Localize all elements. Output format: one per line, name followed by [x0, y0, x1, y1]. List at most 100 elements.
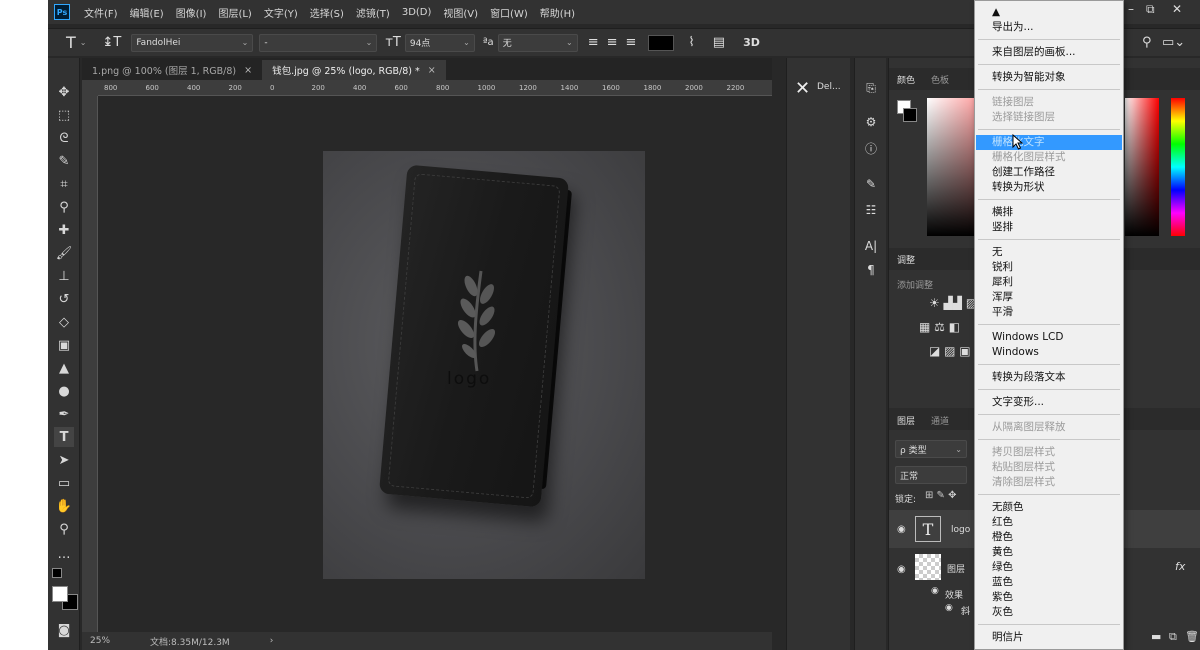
menu-layer[interactable]: 图层(L) — [218, 5, 251, 20]
collapsed-panel-label[interactable]: Del... — [817, 82, 841, 92]
path-select-tool-icon[interactable]: ➤ — [54, 450, 74, 470]
more-tools-icon[interactable]: … — [54, 544, 74, 564]
context-menu-item[interactable]: 创建工作路径 — [976, 165, 1122, 180]
character-panel-icon[interactable]: ▤ — [713, 35, 725, 50]
tab-layers[interactable]: 图层 — [897, 414, 915, 427]
pen-tool-icon[interactable]: ✒ — [54, 404, 74, 424]
eye-icon[interactable]: ◉ — [897, 564, 906, 575]
menu-help[interactable]: 帮助(H) — [540, 5, 575, 20]
lock-icons[interactable]: ⊞ ✎ ✥ — [925, 490, 957, 501]
type-tool-icon[interactable]: T — [54, 427, 74, 447]
context-menu-item[interactable]: 栅格化文字 — [976, 135, 1122, 150]
tab-channels[interactable]: 通道 — [931, 414, 949, 427]
blend-mode-select[interactable]: 正常 — [895, 466, 967, 484]
logo-text-layer[interactable]: logo — [447, 369, 491, 389]
search-icon[interactable]: ⚲ — [1142, 35, 1152, 50]
context-menu-item[interactable]: 黄色 — [976, 545, 1122, 560]
context-menu-item[interactable]: Windows LCD — [976, 330, 1122, 345]
tab-wallet-jpg[interactable]: 钱包.jpg @ 25% (logo, RGB/8) * × — [262, 60, 446, 80]
chevron-down-icon[interactable]: ⌄ — [80, 38, 87, 47]
new-layer-icon[interactable]: ⧉ — [1169, 630, 1177, 644]
eye-icon[interactable]: ◉ — [897, 524, 906, 535]
context-menu-item[interactable]: Windows — [976, 345, 1122, 360]
toggle-orientation-icon[interactable]: ↨T — [102, 35, 121, 50]
quick-mask-icon[interactable]: ◙ — [54, 620, 74, 640]
menu-edit[interactable]: 编辑(E) — [130, 5, 164, 20]
zoom-tool-icon[interactable]: ⚲ — [54, 519, 74, 539]
menu-filter[interactable]: 滤镜(T) — [356, 5, 390, 20]
hue-slider[interactable] — [1171, 98, 1185, 236]
layer-filter-select[interactable]: ρ 类型 ⌄ — [895, 440, 967, 458]
minimize-icon[interactable]: – — [1128, 2, 1134, 16]
layer-name-image[interactable]: 图层 — [947, 562, 965, 575]
align-right-icon[interactable]: ≡ — [626, 35, 637, 50]
context-menu-item[interactable]: 犀利 — [976, 275, 1122, 290]
properties-icon[interactable]: ⚙ — [863, 114, 879, 130]
marquee-tool-icon[interactable]: ⬚ — [54, 105, 74, 125]
bg-color-chip[interactable] — [903, 108, 917, 122]
context-menu-item[interactable]: 橙色 — [976, 530, 1122, 545]
menu-scroll-up-icon[interactable]: ▲ — [976, 5, 1122, 20]
menu-window[interactable]: 窗口(W) — [490, 5, 528, 20]
context-menu-item[interactable]: 转换为段落文本 — [976, 370, 1122, 385]
layer-name-logo[interactable]: logo — [951, 525, 970, 535]
character-icon[interactable]: A| — [863, 238, 879, 254]
lasso-tool-icon[interactable]: ᘓ — [54, 128, 74, 148]
antialias-select[interactable]: 无 ⌄ — [497, 33, 578, 52]
close-icon[interactable]: × — [428, 65, 436, 76]
adjustment-icons-row2[interactable]: ▦ ⚖ ◧ — [919, 320, 960, 334]
canvas-area[interactable]: logo — [98, 96, 772, 632]
menu-view[interactable]: 视图(V) — [443, 5, 478, 20]
shape-tool-icon[interactable]: ▭ — [54, 473, 74, 493]
color-field-right[interactable] — [1125, 98, 1159, 236]
text-color-swatch[interactable] — [648, 34, 675, 51]
context-menu-item[interactable]: 平滑 — [976, 305, 1122, 320]
eye-icon[interactable]: ◉ — [945, 603, 953, 613]
delete-layer-icon[interactable]: 🗑 — [1185, 630, 1199, 643]
adjustment-icons-row1[interactable]: ☀ ▟▟ ▨ — [929, 296, 977, 310]
gradient-tool-icon[interactable]: ▣ — [54, 335, 74, 355]
font-style-select[interactable]: - ⌄ — [259, 33, 378, 52]
context-menu-item[interactable]: 导出为... — [976, 20, 1122, 35]
context-menu-item[interactable]: 蓝色 — [976, 575, 1122, 590]
history-brush-icon[interactable]: ↺ — [54, 289, 74, 309]
tab-1png[interactable]: 1.png @ 100% (图层 1, RGB/8) × — [82, 60, 262, 80]
stamp-tool-icon[interactable]: ⊥ — [54, 266, 74, 286]
menu-3d[interactable]: 3D(D) — [402, 7, 432, 18]
fx-icon[interactable]: fx — [1175, 560, 1185, 573]
restore-icon[interactable]: ⧉ — [1146, 2, 1155, 17]
context-menu-item[interactable]: 锐利 — [976, 260, 1122, 275]
menu-select[interactable]: 选择(S) — [310, 5, 344, 20]
context-menu-item[interactable]: 横排 — [976, 205, 1122, 220]
context-menu-item[interactable]: 灰色 — [976, 605, 1122, 620]
crop-tool-icon[interactable]: ⌗ — [54, 174, 74, 194]
info-icon[interactable]: ⓘ — [863, 140, 879, 156]
brush-tool-icon[interactable]: 🖌 — [54, 243, 74, 263]
menu-file[interactable]: 文件(F) — [84, 5, 118, 20]
close-icon[interactable]: × — [244, 65, 252, 76]
menu-image[interactable]: 图像(I) — [176, 5, 207, 20]
default-colors-icon[interactable] — [52, 568, 62, 578]
font-size-select[interactable]: 94点 ⌄ — [404, 33, 475, 52]
context-menu-item[interactable]: 转换为智能对象 — [976, 70, 1122, 85]
context-menu-item[interactable]: 浑厚 — [976, 290, 1122, 305]
3d-mode-button[interactable]: 3D — [743, 36, 760, 49]
context-menu-item[interactable]: 文字变形... — [976, 395, 1122, 410]
status-menu-arrow[interactable]: › — [270, 636, 274, 646]
eyedropper-tool-icon[interactable]: ⚲ — [54, 197, 74, 217]
context-menu-item[interactable]: 来自图层的画板... — [976, 45, 1122, 60]
move-tool-icon[interactable]: ✥ — [54, 82, 74, 102]
close-window-icon[interactable]: ✕ — [1172, 2, 1182, 16]
warp-text-icon[interactable]: ⌇ — [688, 35, 694, 50]
tab-swatches[interactable]: 色板 — [931, 73, 949, 86]
adjust-sliders-icon[interactable]: ☷ — [863, 202, 879, 218]
zoom-level[interactable]: 25% — [90, 636, 110, 646]
context-menu-item[interactable]: 无颜色 — [976, 500, 1122, 515]
hand-tool-icon[interactable]: ✋ — [54, 496, 74, 516]
align-left-icon[interactable]: ≡ — [588, 35, 599, 50]
foreground-color-swatch[interactable] — [52, 586, 68, 602]
dodge-tool-icon[interactable]: ● — [54, 381, 74, 401]
workspace-icon[interactable]: ▭⌄ — [1162, 35, 1185, 50]
paragraph-icon[interactable]: ¶ — [863, 262, 879, 278]
quick-select-tool-icon[interactable]: ✎ — [54, 151, 74, 171]
